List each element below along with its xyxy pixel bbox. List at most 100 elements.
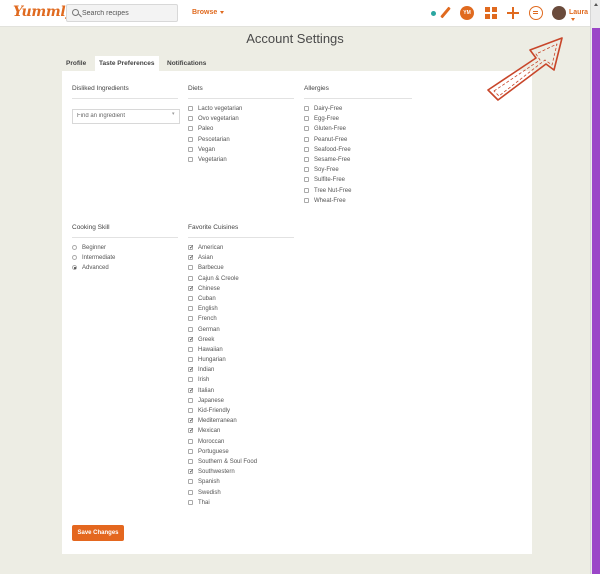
ym-badge-icon[interactable]: YM	[460, 6, 474, 20]
allergy-option[interactable]: Peanut-Free	[304, 135, 412, 145]
checkbox[interactable]	[188, 136, 193, 142]
grid-icon[interactable]	[484, 6, 498, 20]
cuisine-option[interactable]: French	[188, 314, 294, 324]
checkbox[interactable]	[304, 116, 309, 122]
checkbox[interactable]	[304, 187, 309, 193]
checkbox[interactable]	[304, 146, 309, 152]
tab-taste-preferences[interactable]: Taste Preferences	[95, 56, 159, 71]
checkbox[interactable]	[304, 106, 309, 111]
scroll-thumb[interactable]	[592, 28, 600, 574]
checkbox[interactable]	[188, 438, 193, 444]
cuisine-option[interactable]: Southwestern	[188, 467, 294, 477]
checkbox[interactable]	[188, 106, 193, 111]
cuisine-option[interactable]: Chinese	[188, 284, 294, 294]
checkbox[interactable]	[188, 265, 193, 271]
checkbox[interactable]	[188, 479, 193, 485]
checkbox[interactable]	[188, 448, 193, 454]
cuisine-option[interactable]: Greek	[188, 335, 294, 345]
checkbox[interactable]	[188, 408, 193, 413]
tab-notifications[interactable]: Notifications	[163, 56, 210, 71]
cuisine-option[interactable]: Italian	[188, 386, 294, 396]
checkbox[interactable]	[188, 416, 194, 426]
allergy-option[interactable]: Seafood-Free	[304, 145, 412, 155]
search-box[interactable]	[66, 4, 178, 22]
checkbox[interactable]	[304, 136, 309, 142]
diet-option[interactable]: Vegan	[188, 145, 294, 155]
diet-option[interactable]: Ovo vegetarian	[188, 114, 294, 124]
checkbox[interactable]	[188, 335, 194, 345]
checkbox[interactable]	[188, 365, 194, 375]
checkbox[interactable]	[188, 346, 193, 352]
checkbox[interactable]	[304, 197, 309, 203]
cuisine-option[interactable]: Mexican	[188, 426, 294, 437]
diet-option[interactable]: Lacto vegetarian	[188, 104, 294, 114]
pencil-icon[interactable]	[438, 6, 452, 20]
cuisine-option[interactable]: Mediterranean	[188, 416, 294, 426]
cuisine-option[interactable]: Southern & Soul Food	[188, 457, 294, 467]
checkbox[interactable]	[188, 499, 193, 505]
cuisine-option[interactable]: German	[188, 325, 294, 335]
chat-icon[interactable]	[529, 6, 543, 20]
cuisine-option[interactable]: Portuguese	[188, 447, 294, 457]
cuisine-option[interactable]: American	[188, 243, 294, 253]
scroll-up-arrow-icon[interactable]	[594, 3, 598, 6]
tab-profile[interactable]: Profile	[62, 56, 90, 71]
diet-option[interactable]: Paleo	[188, 124, 294, 134]
checkbox[interactable]	[188, 316, 193, 322]
allergy-option[interactable]: Soy-Free	[304, 165, 412, 175]
checkbox[interactable]	[188, 156, 193, 162]
radio-button[interactable]	[72, 255, 77, 261]
cuisine-option[interactable]: Cajun & Creole	[188, 274, 294, 284]
cuisine-option[interactable]: Irish	[188, 375, 294, 385]
allergy-option[interactable]: Gluten-Free	[304, 124, 412, 134]
checkbox[interactable]	[188, 458, 193, 464]
diet-option[interactable]: Pescetarian	[188, 135, 294, 145]
allergy-option[interactable]: Sesame-Free	[304, 155, 412, 165]
user-menu[interactable]: Laura	[569, 9, 590, 23]
cuisine-option[interactable]: Hungarian	[188, 355, 294, 365]
cuisine-option[interactable]: Asian	[188, 253, 294, 263]
checkbox[interactable]	[188, 284, 194, 294]
radio-button[interactable]	[72, 245, 77, 250]
allergy-option[interactable]: Dairy-Free	[304, 104, 412, 114]
checkbox[interactable]	[188, 306, 193, 312]
checkbox[interactable]	[188, 243, 194, 253]
skill-option[interactable]: Advanced	[72, 263, 178, 273]
checkbox[interactable]	[304, 156, 309, 162]
skill-option[interactable]: Beginner	[72, 243, 178, 253]
checkbox[interactable]	[304, 167, 309, 173]
ingredient-search-input[interactable]	[72, 108, 180, 124]
avatar[interactable]	[552, 6, 566, 20]
cuisine-option[interactable]: Kid-Friendly	[188, 406, 294, 416]
checkbox[interactable]	[188, 275, 193, 281]
cuisine-option[interactable]: Swedish	[188, 488, 294, 498]
radio-button[interactable]	[72, 265, 77, 271]
checkbox[interactable]	[188, 397, 193, 403]
checkbox[interactable]	[188, 386, 194, 396]
cuisine-option[interactable]: Thai	[188, 498, 294, 508]
checkbox[interactable]	[188, 116, 193, 122]
checkbox[interactable]	[188, 253, 194, 263]
allergy-option[interactable]: Tree Nut-Free	[304, 186, 412, 196]
checkbox[interactable]	[188, 295, 193, 301]
diet-option[interactable]: Vegetarian	[188, 155, 294, 165]
browse-menu[interactable]: Browse	[192, 9, 225, 16]
cuisine-option[interactable]: Cuban	[188, 294, 294, 304]
allergy-option[interactable]: Egg-Free	[304, 114, 412, 124]
scrollbar[interactable]	[590, 0, 600, 574]
checkbox[interactable]	[188, 377, 193, 383]
cuisine-option[interactable]: English	[188, 304, 294, 314]
cuisine-option[interactable]: Moroccan	[188, 437, 294, 447]
checkbox[interactable]	[304, 177, 309, 183]
cuisine-option[interactable]: Japanese	[188, 396, 294, 406]
skill-option[interactable]: Intermediate	[72, 253, 178, 263]
checkbox[interactable]	[188, 326, 193, 332]
checkbox[interactable]	[188, 467, 194, 477]
cuisine-option[interactable]: Spanish	[188, 477, 294, 487]
cuisine-option[interactable]: Barbecue	[188, 263, 294, 273]
save-changes-button[interactable]: Save Changes	[72, 525, 124, 541]
checkbox[interactable]	[304, 126, 309, 132]
allergy-option[interactable]: Wheat-Free	[304, 196, 412, 206]
checkbox[interactable]	[188, 357, 193, 363]
checkbox[interactable]	[188, 426, 194, 437]
